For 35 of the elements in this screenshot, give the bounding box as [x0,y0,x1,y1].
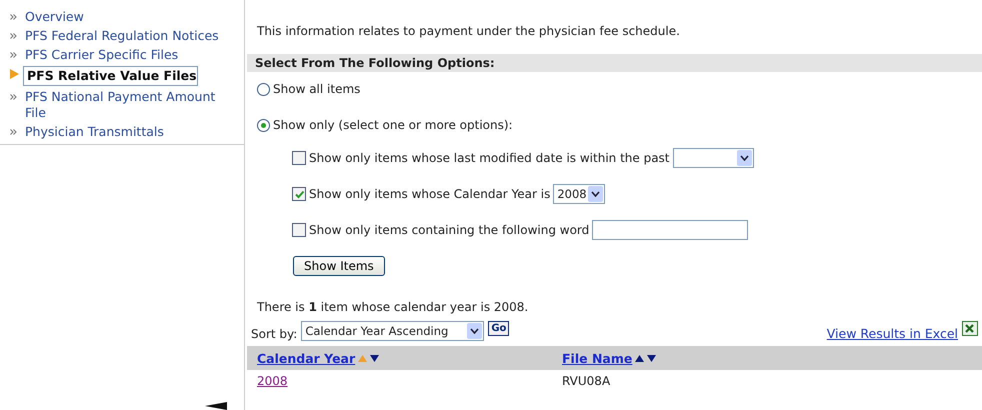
intro-text: This information relates to payment under the physician fee schedule. [257,24,681,40]
go-button[interactable]: Go [488,321,510,336]
show-items-button[interactable]: Show Items [293,256,385,276]
sidebar-link[interactable]: Physician Transmittals [25,124,164,140]
excel-link[interactable]: View Results in Excel [826,326,958,341]
sort-dropdown[interactable]: Calendar Year Ascending [301,321,484,341]
section-heading: Select From The Following Options: [247,54,982,72]
sidebar-link[interactable]: Overview [25,9,84,25]
sort-arrows-icon[interactable] [635,354,658,362]
radio-label: Show only (select one or more options): [273,118,513,132]
filter-label: Show only items whose Calendar Year is [309,187,550,201]
sidebar-link[interactable]: PFS Federal Regulation Notices [25,28,219,44]
sort-label: Sort by: [251,327,298,341]
sidebar-link[interactable]: PFS National Payment Amount File [25,89,236,121]
checkbox[interactable] [292,223,306,237]
year-link[interactable]: 2008 [257,374,288,388]
table-cell: RVU08A [562,374,610,388]
sidebar-link[interactable]: PFS Carrier Specific Files [25,47,178,63]
sort-arrows-icon[interactable] [358,354,380,362]
result-summary: There is 1 item whose calendar year is 2008. [257,300,530,314]
dropdown[interactable] [672,148,754,168]
radio-button[interactable] [257,118,270,132]
sidebar-link[interactable]: PFS Relative Value Files [23,66,198,86]
checkbox[interactable] [292,187,306,201]
column-header-link[interactable]: Calendar Year [257,350,356,366]
radio-label: Show all items [273,82,360,96]
checkbox[interactable] [292,151,306,165]
mouse-pointer-icon [205,402,227,410]
filter-label: Show only items containing the following word [309,223,590,237]
dropdown[interactable]: 2008 [553,184,605,204]
radio-button[interactable] [257,82,270,96]
filter-label: Show only items whose last modified date is within the past [309,151,670,165]
spreadsheet-icon [962,321,978,336]
column-header-link[interactable]: File Name [562,350,632,366]
input-field[interactable] [592,220,748,240]
